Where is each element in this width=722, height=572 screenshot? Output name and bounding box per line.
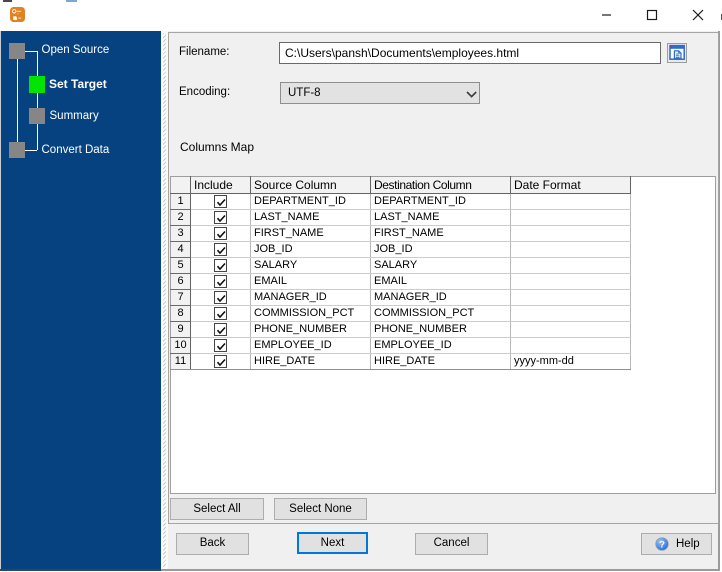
- svg-text:?: ?: [659, 539, 665, 550]
